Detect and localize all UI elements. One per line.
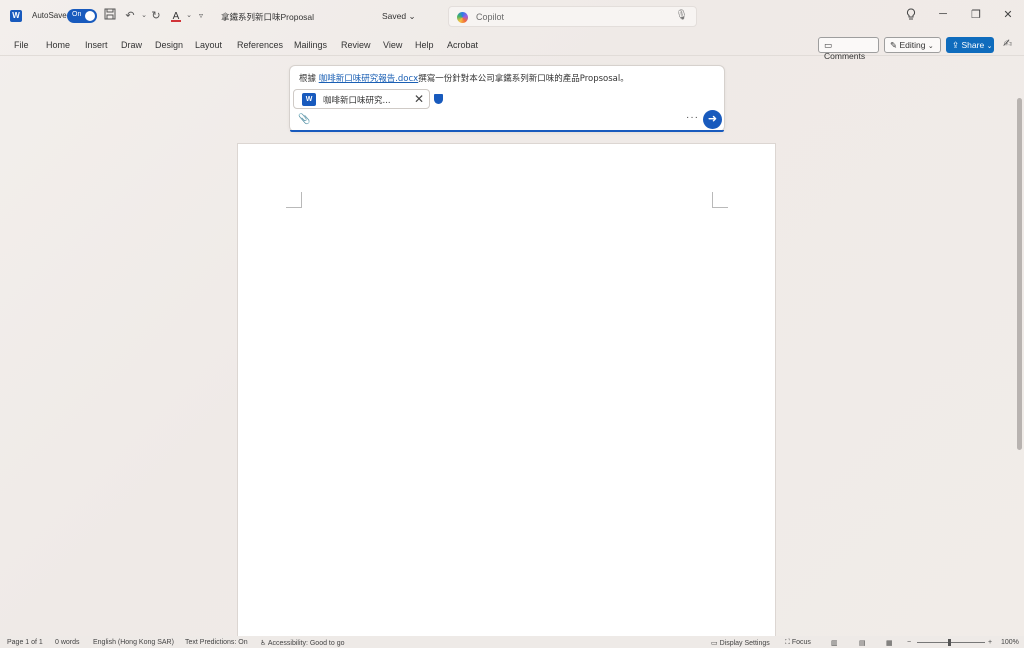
language-status[interactable]: English (Hong Kong SAR) [93,639,174,646]
word-count[interactable]: 0 words [55,639,80,646]
more-options-icon[interactable]: ··· [686,112,699,123]
toggle-knob [85,11,95,21]
menu-home[interactable]: Home [46,40,70,50]
display-icon: ▭ [711,640,718,647]
customize-qat-icon[interactable]: ▿ [193,8,209,24]
comment-icon: ▭ [824,40,833,50]
zoom-slider-thumb[interactable] [948,639,951,646]
arrow-right-icon: ➜ [707,113,718,125]
microphone-icon[interactable]: 🎙 [675,10,688,21]
status-bar: Page 1 of 1 0 words English (Hong Kong S… [0,636,1024,648]
accessibility-status[interactable]: ♿ Accessibility: Good to go [260,639,345,647]
menu-insert[interactable]: Insert [85,40,108,50]
zoom-in-icon[interactable]: + [988,639,992,646]
display-settings[interactable]: ▭ Display Settings [711,639,770,647]
pen-icon[interactable]: ✍ [1003,37,1012,50]
editing-mode-button[interactable]: ✎ Editing ⌄ [884,37,941,53]
menu-draw[interactable]: Draw [121,40,142,50]
zoom-slider[interactable] [917,642,985,643]
zoom-level[interactable]: 100% [1001,639,1019,646]
restore-icon[interactable]: ❐ [968,8,984,21]
margin-corner-top-left [286,192,302,208]
title-bar: W AutoSave On ↶ ⌄ ↻ A ⌄ ▿ 拿鐵系列新口味Proposa… [0,0,1024,33]
menu-mailings[interactable]: Mailings [294,40,327,50]
save-icon[interactable] [102,8,118,24]
shield-icon [434,94,443,104]
scrollbar-thumb[interactable] [1017,98,1022,450]
prompt-text-before: 根據 [299,74,319,84]
print-layout-icon[interactable]: ▤ [859,639,866,647]
chevron-down-icon: ⌄ [408,11,416,21]
web-layout-icon[interactable]: ▦ [886,639,893,647]
zoom-out-icon[interactable]: − [907,639,911,646]
word-file-icon: W [302,93,316,106]
editing-label: Editing [899,40,926,50]
copilot-prompt-input[interactable]: 根據 咖啡新口味研究報告.docx撰寫一份針對本公司拿鐵系列新口味的產品Prop… [299,72,629,84]
chevron-down-icon: ⌄ [986,43,993,50]
close-window-icon[interactable]: ✕ [1000,8,1016,21]
menu-design[interactable]: Design [155,40,183,50]
document-page[interactable] [237,143,776,643]
prompt-text-after: 撰寫一份針對本公司拿鐵系列新口味的產品Propsosal。 [418,74,629,84]
text-predictions[interactable]: Text Predictions: On [185,639,248,646]
menu-view[interactable]: View [383,40,402,50]
lightbulb-icon[interactable] [903,8,919,23]
menu-acrobat[interactable]: Acrobat [447,40,478,50]
paperclip-icon[interactable]: 📎 [298,114,310,125]
remove-file-icon[interactable]: ✕ [414,92,424,106]
page-count[interactable]: Page 1 of 1 [7,639,43,646]
accessibility-icon: ♿ [260,640,267,647]
send-button[interactable]: ➜ [703,110,722,129]
search-placeholder: Copilot [476,12,505,22]
menu-bar: File Home Insert Draw Design Layout Refe… [0,33,1024,61]
pencil-icon: ✎ [890,40,898,50]
attached-file-name: 咖啡新口味研究... [323,96,391,106]
display-settings-label: Display Settings [719,640,770,647]
accessibility-label: Accessibility: Good to go [267,640,345,647]
attached-file-chip[interactable]: W 咖啡新口味研究... ✕ [293,89,430,109]
prompt-file-reference[interactable]: 咖啡新口味研究報告.docx [319,74,419,84]
menu-file[interactable]: File [14,40,29,50]
autosave-label: AutoSave [32,11,67,20]
chevron-down-icon: ⌄ [927,43,934,50]
menu-layout[interactable]: Layout [195,40,222,50]
menu-references[interactable]: References [237,40,283,50]
word-logo: W [10,10,22,22]
saved-status-text: Saved [382,11,407,21]
menu-help[interactable]: Help [415,40,434,50]
autosave-state: On [72,11,82,18]
document-title[interactable]: 拿鐵系列新口味Proposal [221,11,314,23]
comments-button[interactable]: ▭ Comments [818,37,879,61]
minimize-icon[interactable]: ─ [935,8,951,20]
margin-corner-top-right [712,192,728,208]
copilot-search-box[interactable]: Copilot 🎙 [448,6,697,27]
share-icon: ⇪ [952,40,960,50]
comments-label: Comments [824,51,866,61]
copilot-icon [457,12,468,23]
share-label: Share [961,40,985,50]
redo-icon[interactable]: ↻ [148,8,164,24]
read-mode-icon[interactable]: ▥ [831,639,838,647]
saved-status[interactable]: Saved ⌄ [382,11,416,22]
autosave-toggle[interactable]: On [67,9,97,23]
focus-label: Focus [791,639,811,646]
focus-icon: ⛶ [785,639,790,646]
focus-mode[interactable]: ⛶ Focus [785,639,811,647]
share-button[interactable]: ⇪ Share ⌄ [946,37,994,53]
menu-review[interactable]: Review [341,40,371,50]
copilot-prompt-card: 根據 咖啡新口味研究報告.docx撰寫一份針對本公司拿鐵系列新口味的產品Prop… [289,65,725,132]
